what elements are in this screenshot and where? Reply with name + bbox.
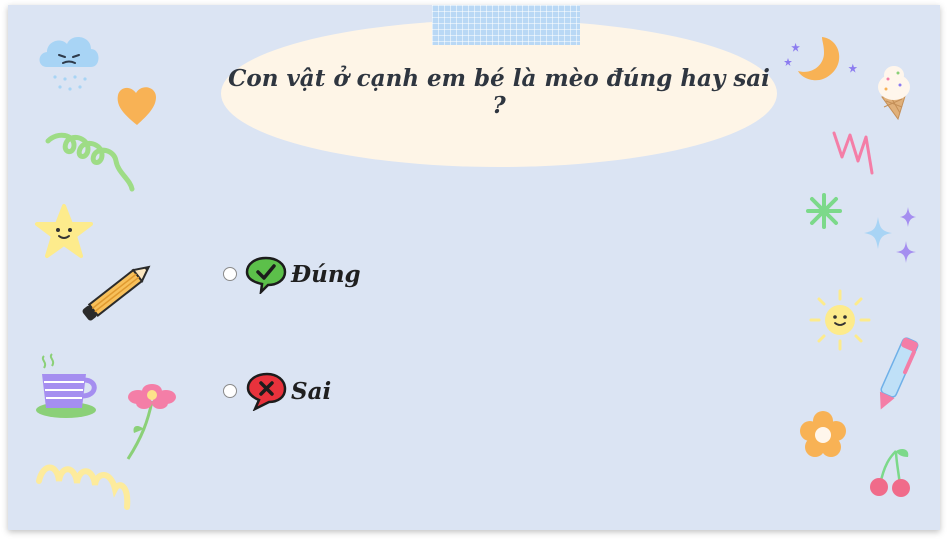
- zigzag-icon: [832, 131, 874, 175]
- flower-icon: [126, 384, 176, 460]
- cross-speech-bubble-icon: [246, 372, 287, 411]
- option-sai-label: Sai: [291, 377, 332, 405]
- cup-icon: [36, 353, 97, 418]
- ice-cream-icon: [878, 66, 910, 121]
- slide-canvas: Con vật ở cạnh em bé là mèo đúng hay sai…: [8, 5, 940, 530]
- option-dung-radio[interactable]: [223, 267, 237, 281]
- check-speech-bubble-icon: [245, 256, 287, 294]
- sun-face-icon: [809, 289, 871, 351]
- cherry-icon: [870, 449, 910, 497]
- cloud-icon: [39, 36, 99, 91]
- moon-icon: [784, 37, 858, 81]
- question-text: Con vật ở cạnh em bé là mèo đúng hay sai…: [228, 65, 770, 119]
- asterisk-icon: [806, 193, 842, 229]
- option-dung-label: Đúng: [291, 260, 361, 288]
- washi-tape: [432, 5, 580, 45]
- squiggle-icon: [36, 464, 131, 510]
- pencil-icon: [82, 265, 151, 321]
- option-sai-radio[interactable]: [223, 384, 237, 398]
- pen-icon: [879, 337, 919, 410]
- heart-icon: [117, 87, 156, 125]
- option-sai[interactable]: Sai: [223, 371, 331, 411]
- sparkle-icon: [864, 207, 916, 263]
- option-dung[interactable]: Đúng: [223, 254, 361, 294]
- orange-flower-icon: [800, 411, 846, 457]
- swirl-icon: [45, 132, 135, 192]
